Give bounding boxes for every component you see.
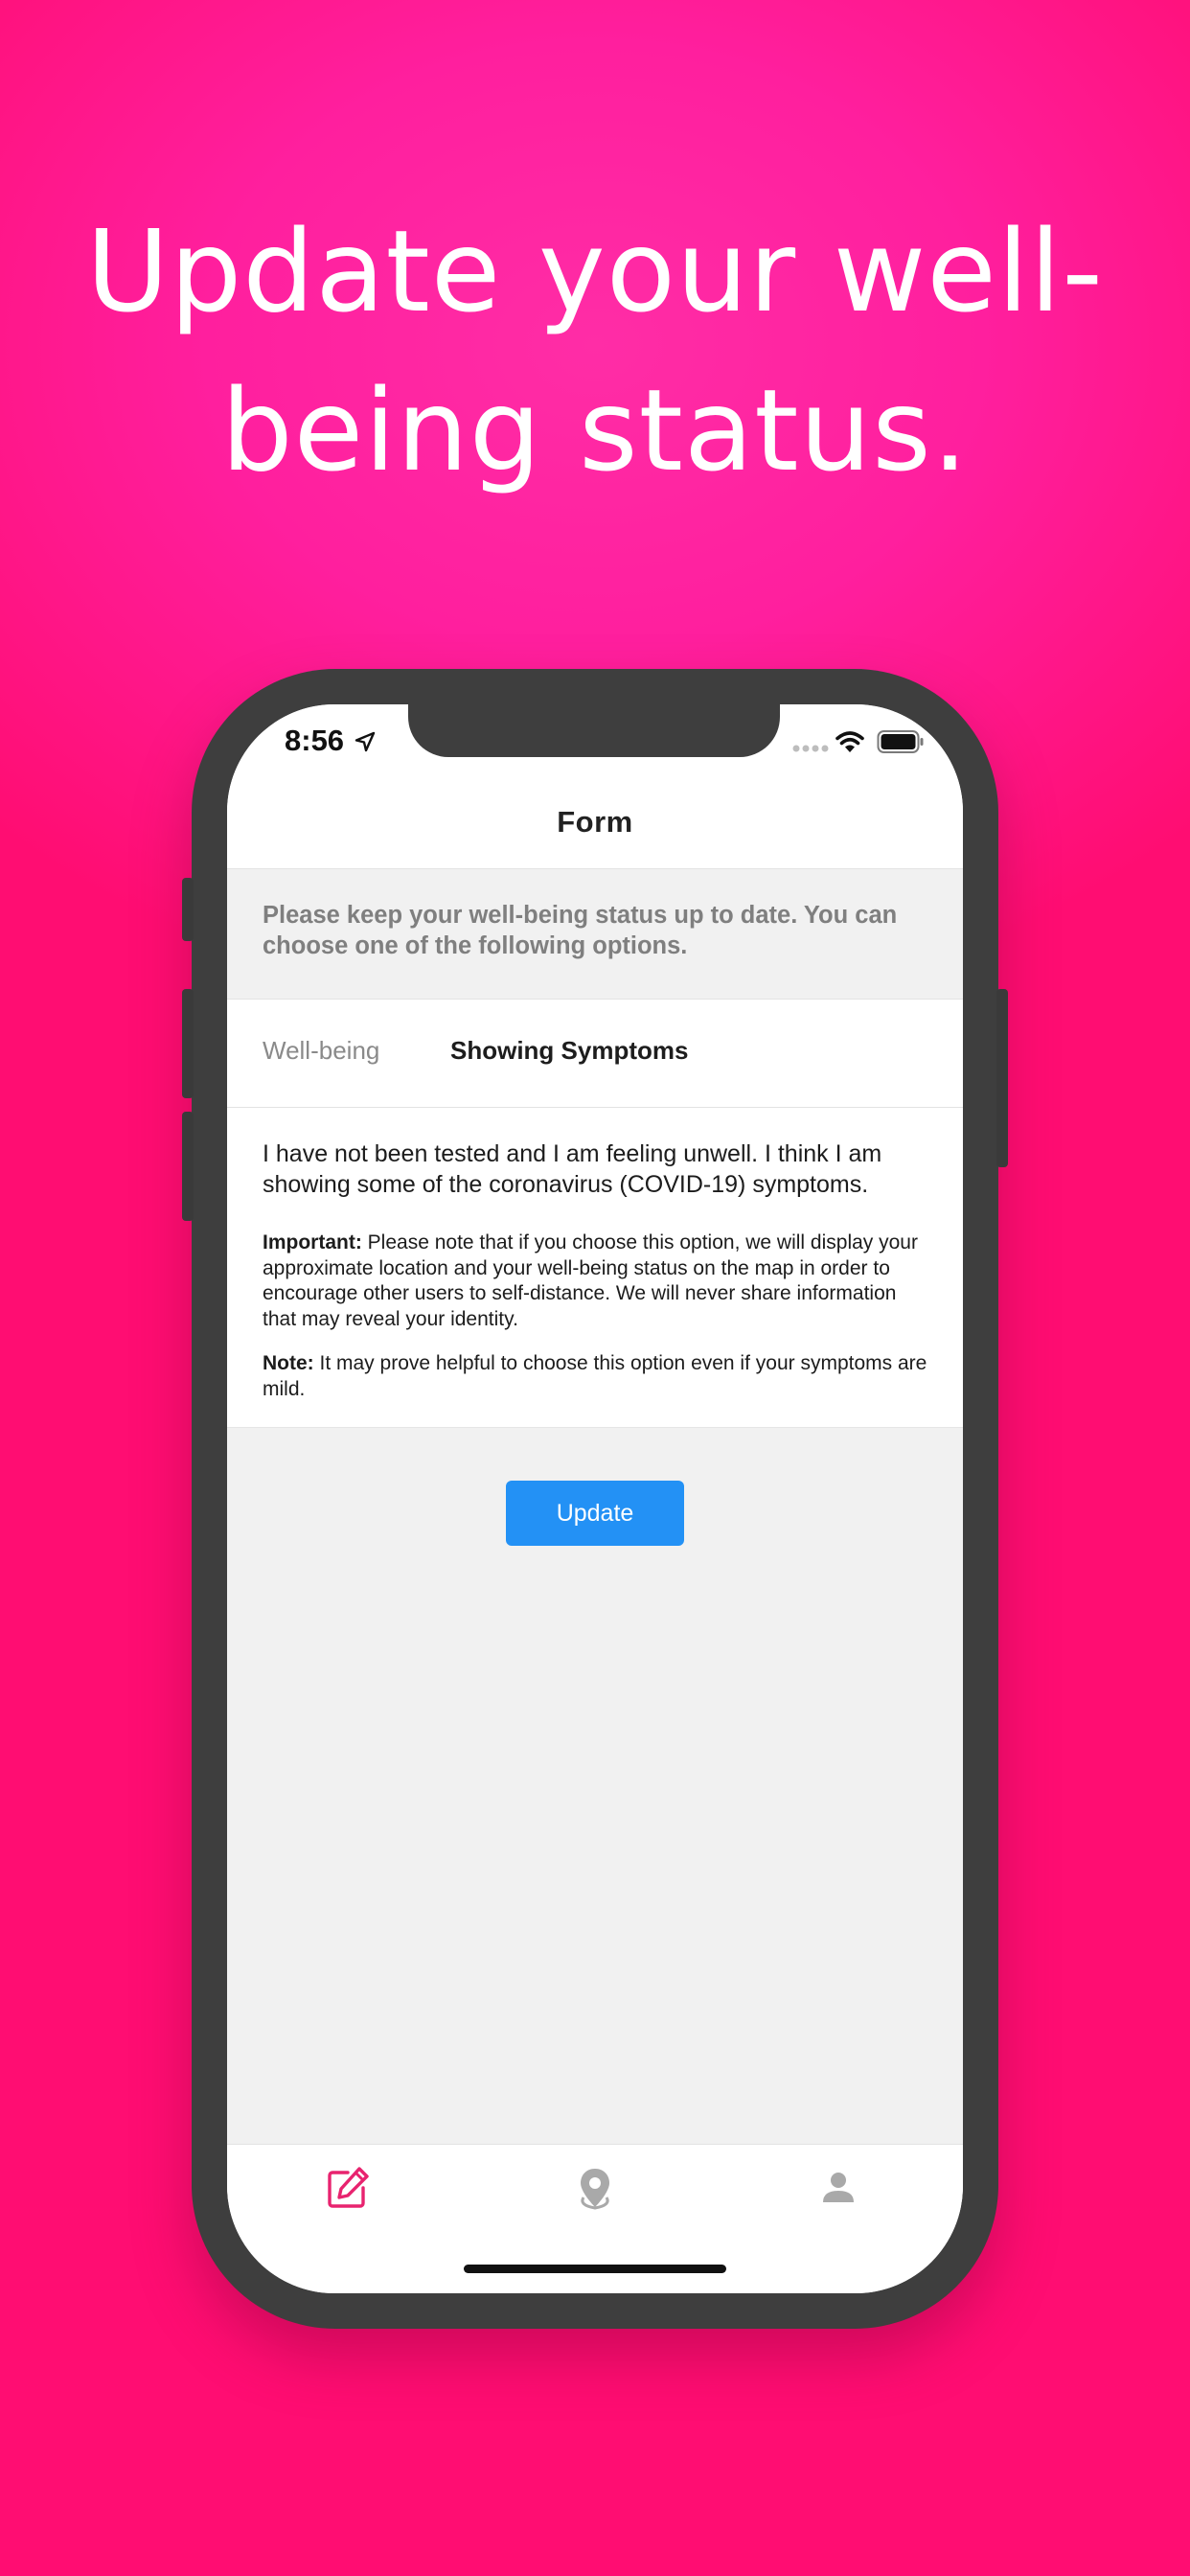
navigation-bar: Form (227, 789, 963, 869)
note-text: It may prove helpful to choose this opti… (263, 1352, 927, 1400)
update-button[interactable]: Update (506, 1481, 684, 1546)
important-label: Important: (263, 1231, 362, 1254)
notch (408, 704, 780, 757)
cellular-signal-icon (792, 745, 829, 752)
tab-profile[interactable] (810, 2159, 867, 2217)
volume-down-button (182, 1112, 194, 1221)
power-button (996, 989, 1008, 1167)
status-time: 8:56 (285, 724, 345, 757)
phone-frame: 8:56 Form Please keep your well-being st… (182, 669, 1008, 2329)
map-pin-icon (581, 2169, 609, 2210)
option-showing-symptoms[interactable]: Showing Symptoms (450, 1034, 688, 1067)
intro-section: Please keep your well-being status up to… (227, 869, 963, 1000)
status-options: Well-being Showing Symptoms (227, 1000, 963, 1108)
intro-text: Please keep your well-being status up to… (263, 902, 898, 959)
headline-line-1: Update your well- (86, 205, 1104, 337)
headline-line-2: being status. (220, 364, 970, 496)
volume-up-button (182, 989, 194, 1098)
page-title: Form (557, 805, 633, 839)
edit-form-icon (328, 2167, 369, 2208)
option-details: I have not been tested and I am feeling … (227, 1108, 963, 1428)
wifi-icon (835, 731, 864, 752)
location-arrow-icon (355, 731, 376, 752)
phone-screen: 8:56 Form Please keep your well-being st… (227, 704, 963, 2293)
mute-switch (182, 878, 194, 941)
important-notice: Important: Please note that if you choos… (263, 1230, 933, 1332)
note-label: Note: (263, 1352, 314, 1374)
note-notice: Note: It may prove helpful to choose thi… (263, 1351, 933, 1402)
option-description: I have not been tested and I am feeling … (263, 1140, 882, 1198)
home-indicator[interactable] (464, 2265, 726, 2273)
tab-form[interactable] (319, 2159, 377, 2217)
headline: Update your well- being status. (0, 192, 1190, 510)
battery-icon (877, 730, 924, 753)
tab-map[interactable] (566, 2159, 624, 2217)
option-well-being[interactable]: Well-being (263, 1034, 379, 1067)
profile-icon (823, 2173, 854, 2202)
